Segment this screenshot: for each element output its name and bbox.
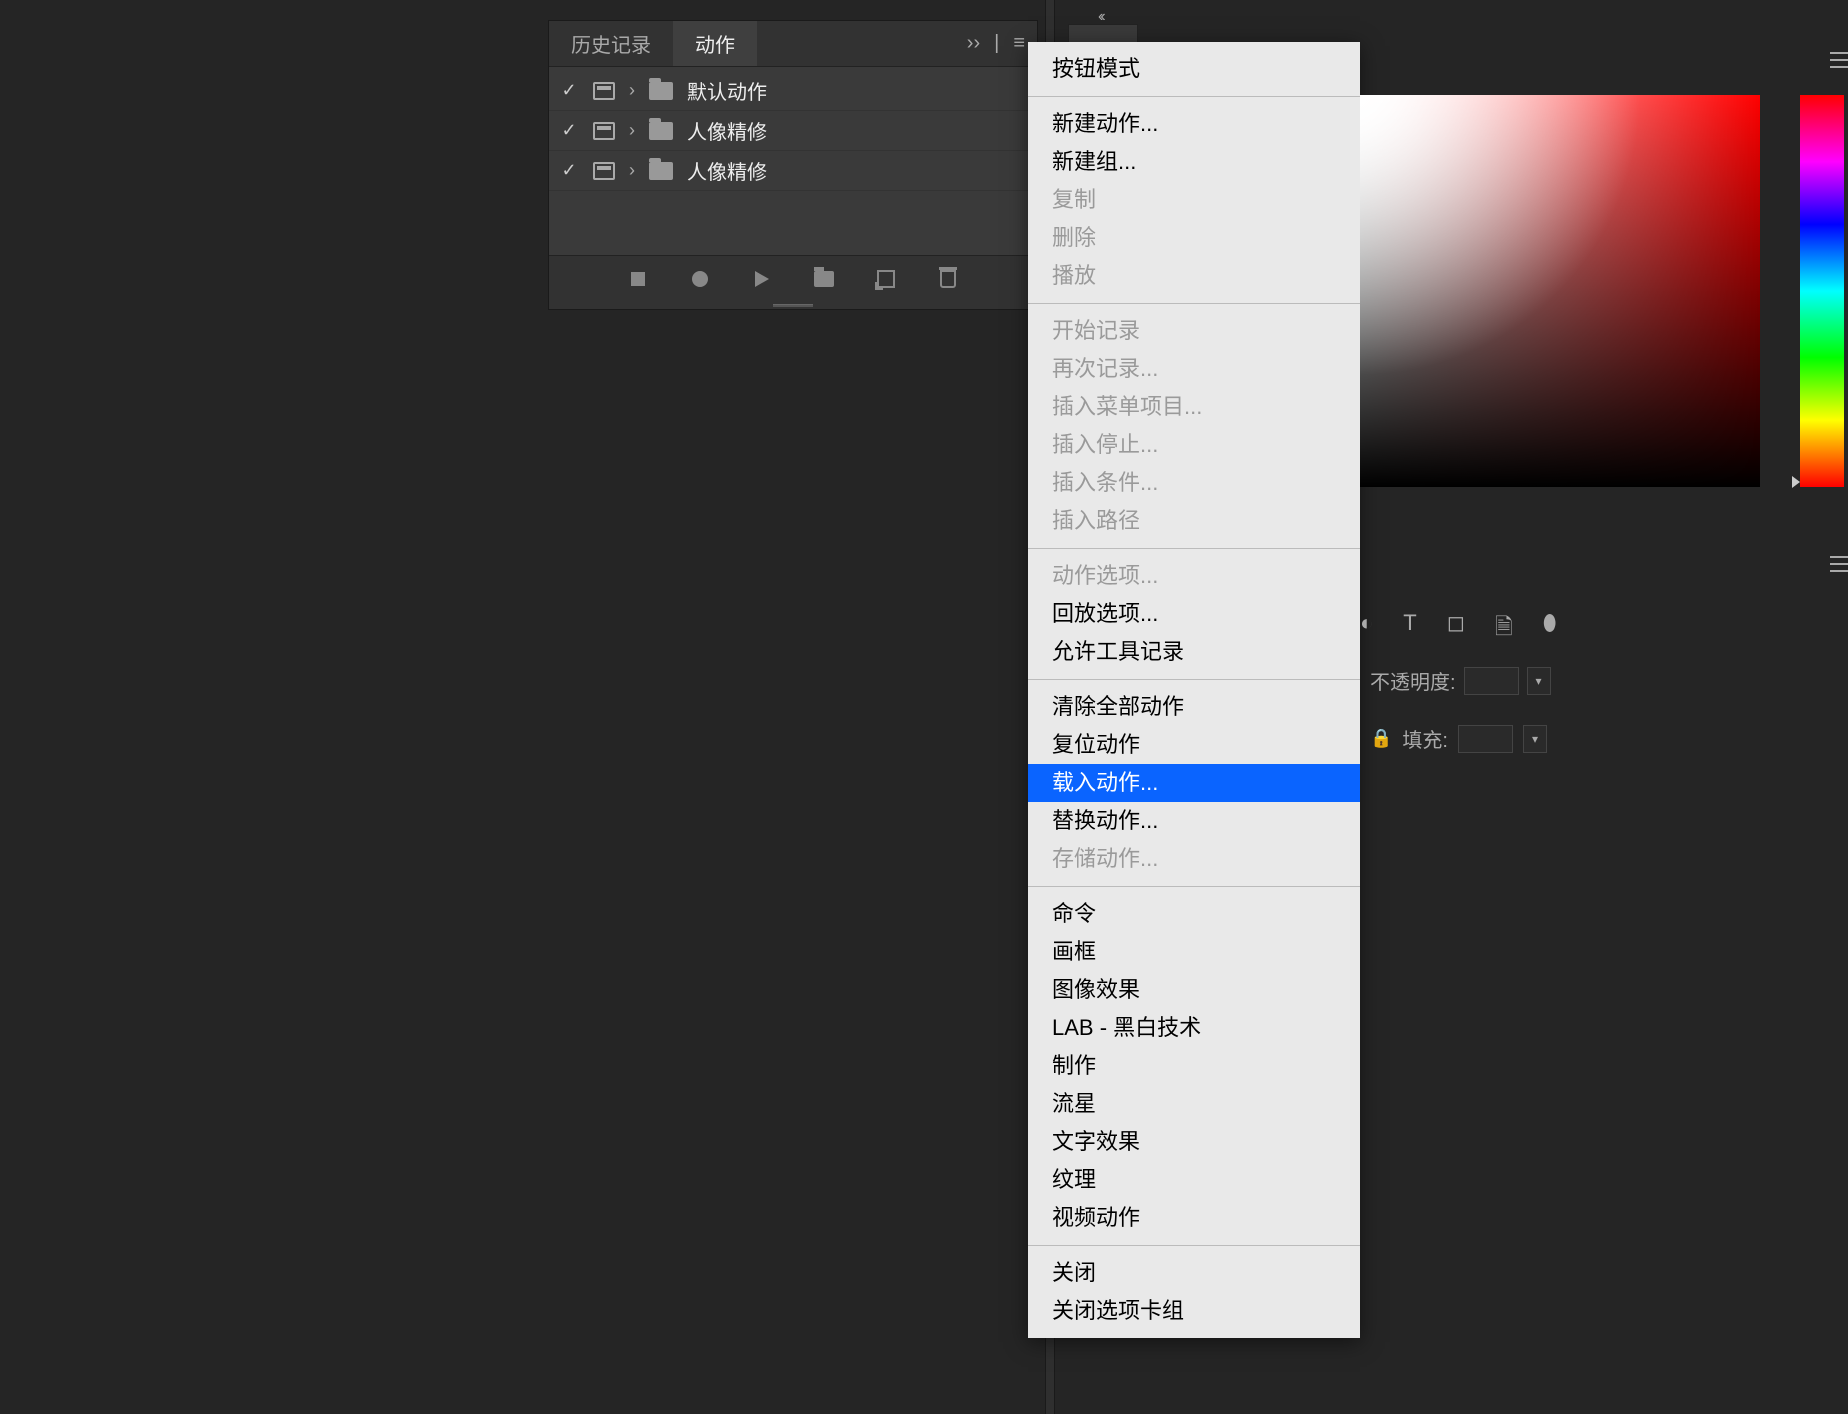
collapsed-tab[interactable] [1068,24,1138,44]
menu-separator [1028,679,1360,680]
menu-item[interactable]: 关闭 [1028,1254,1360,1292]
action-row[interactable]: ✓ › 人像精修 [549,151,1037,191]
dialog-icon[interactable] [593,82,615,100]
menu-item[interactable]: 新建动作... [1028,105,1360,143]
menu-item[interactable]: 图像效果 [1028,971,1360,1009]
menu-separator [1028,96,1360,97]
new-folder-button[interactable] [812,267,836,291]
menu-item: 开始记录 [1028,312,1360,350]
actions-panel: 历史记录 动作 ›› | ≡ ✓ › 默认动作 ✓ › 人像精修 ✓ › 人像精… [548,20,1038,310]
menu-item[interactable]: 制作 [1028,1047,1360,1085]
toggle-icon[interactable]: ⬮ [1543,610,1557,648]
smart-icon[interactable]: 🗎 [1495,610,1513,648]
menu-item[interactable]: 新建组... [1028,143,1360,181]
stop-button[interactable] [626,267,650,291]
menu-item: 插入条件... [1028,464,1360,502]
menu-item: 存储动作... [1028,840,1360,878]
folder-icon [649,162,673,180]
action-label: 默认动作 [687,76,767,105]
color-picker[interactable] [1360,95,1760,487]
opacity-label: 不透明度: [1370,666,1456,695]
menu-item: 复制 [1028,181,1360,219]
expand-icon[interactable]: ›› [967,32,980,55]
menu-item: 动作选项... [1028,557,1360,595]
menu-item[interactable]: 画框 [1028,933,1360,971]
layer-filter-row: ◐ T ◻ 🗎 ⬮ [1360,610,1557,648]
action-list: ✓ › 默认动作 ✓ › 人像精修 ✓ › 人像精修 [549,67,1037,195]
panel-footer [549,255,1037,301]
panel-menu-icon[interactable]: ≡ [1013,32,1025,55]
text-icon[interactable]: T [1403,610,1416,648]
hue-pointer-icon [1792,476,1800,488]
menu-item[interactable]: 允许工具记录 [1028,633,1360,671]
adjustment-icon[interactable]: ◐ [1360,610,1373,648]
check-icon[interactable]: ✓ [559,81,579,101]
menu-item[interactable]: 回放选项... [1028,595,1360,633]
context-menu: 按钮模式新建动作...新建组...复制删除播放开始记录再次记录...插入菜单项目… [1028,42,1360,1338]
hue-bar[interactable] [1800,95,1844,487]
chevron-right-icon[interactable]: › [629,80,635,101]
menu-item: 删除 [1028,219,1360,257]
menu-separator [1028,886,1360,887]
shape-icon[interactable]: ◻ [1447,610,1465,648]
opacity-dropdown[interactable]: ▾ [1527,667,1551,695]
menu-item[interactable]: 流星 [1028,1085,1360,1123]
folder-icon [649,82,673,100]
menu-item[interactable]: 纹理 [1028,1161,1360,1199]
fill-label: 填充: [1402,724,1448,753]
lock-icon[interactable]: 🔒 [1370,728,1392,749]
chevron-right-icon[interactable]: › [629,120,635,141]
play-button[interactable] [750,267,774,291]
menu-item[interactable]: 替换动作... [1028,802,1360,840]
menu-item: 再次记录... [1028,350,1360,388]
fill-input[interactable] [1458,725,1513,753]
fill-row: 🔒 填充: ▾ [1370,724,1547,753]
check-icon[interactable]: ✓ [559,161,579,181]
dialog-icon[interactable] [593,122,615,140]
tab-history[interactable]: 历史记录 [549,21,673,66]
panel-menu-icon[interactable] [1830,556,1848,572]
menu-item: 插入停止... [1028,426,1360,464]
menu-item: 播放 [1028,257,1360,295]
menu-separator [1028,1245,1360,1246]
menu-separator [1028,303,1360,304]
menu-item[interactable]: 关闭选项卡组 [1028,1292,1360,1330]
panel-tabs: 历史记录 动作 ›› | ≡ [549,21,1037,67]
trash-button[interactable] [936,267,960,291]
new-action-button[interactable] [874,267,898,291]
action-label: 人像精修 [687,156,767,185]
dialog-icon[interactable] [593,162,615,180]
record-button[interactable] [688,267,712,291]
tab-actions[interactable]: 动作 [673,21,757,66]
menu-item[interactable]: LAB - 黑白技术 [1028,1009,1360,1047]
menu-item: 插入路径 [1028,502,1360,540]
menu-item[interactable]: 载入动作... [1028,764,1360,802]
resize-grip[interactable] [549,301,1037,309]
check-icon[interactable]: ✓ [559,121,579,141]
opacity-input[interactable] [1464,667,1519,695]
menu-item[interactable]: 视频动作 [1028,1199,1360,1237]
menu-item[interactable]: 命令 [1028,895,1360,933]
chevron-right-icon[interactable]: › [629,160,635,181]
action-label: 人像精修 [687,116,767,145]
menu-item[interactable]: 复位动作 [1028,726,1360,764]
opacity-row: 不透明度: ▾ [1370,666,1551,695]
menu-separator [1028,548,1360,549]
vert-sep-icon: | [994,32,999,55]
action-row[interactable]: ✓ › 默认动作 [549,71,1037,111]
menu-item[interactable]: 按钮模式 [1028,50,1360,88]
folder-icon [649,122,673,140]
menu-item[interactable]: 清除全部动作 [1028,688,1360,726]
menu-item: 插入菜单项目... [1028,388,1360,426]
action-row[interactable]: ✓ › 人像精修 [549,111,1037,151]
fill-dropdown[interactable]: ▾ [1523,725,1547,753]
panel-menu-icon[interactable] [1830,52,1848,68]
menu-item[interactable]: 文字效果 [1028,1123,1360,1161]
